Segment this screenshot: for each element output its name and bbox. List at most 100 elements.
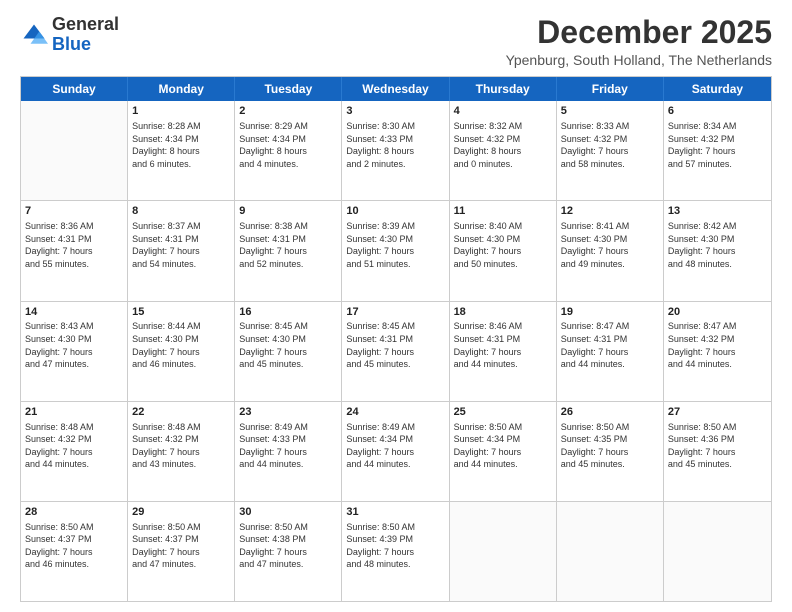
cell-info: Sunrise: 8:34 AM Sunset: 4:32 PM Dayligh… (668, 120, 767, 170)
day-number: 2 (239, 104, 337, 119)
day-number: 19 (561, 305, 659, 320)
cell-info: Sunrise: 8:37 AM Sunset: 4:31 PM Dayligh… (132, 220, 230, 270)
logo-general: General (52, 14, 119, 34)
cell-info: Sunrise: 8:36 AM Sunset: 4:31 PM Dayligh… (25, 220, 123, 270)
header-day-thursday: Thursday (450, 77, 557, 101)
cell-info: Sunrise: 8:43 AM Sunset: 4:30 PM Dayligh… (25, 320, 123, 370)
calendar-cell: 13Sunrise: 8:42 AM Sunset: 4:30 PM Dayli… (664, 201, 771, 300)
day-number: 11 (454, 204, 552, 219)
calendar-cell (557, 502, 664, 601)
calendar-cell: 7Sunrise: 8:36 AM Sunset: 4:31 PM Daylig… (21, 201, 128, 300)
cell-info: Sunrise: 8:47 AM Sunset: 4:31 PM Dayligh… (561, 320, 659, 370)
day-number: 30 (239, 505, 337, 520)
day-number: 22 (132, 405, 230, 420)
calendar-cell: 31Sunrise: 8:50 AM Sunset: 4:39 PM Dayli… (342, 502, 449, 601)
calendar-cell: 10Sunrise: 8:39 AM Sunset: 4:30 PM Dayli… (342, 201, 449, 300)
calendar-cell: 28Sunrise: 8:50 AM Sunset: 4:37 PM Dayli… (21, 502, 128, 601)
calendar-cell: 5Sunrise: 8:33 AM Sunset: 4:32 PM Daylig… (557, 101, 664, 200)
day-number: 9 (239, 204, 337, 219)
cell-info: Sunrise: 8:46 AM Sunset: 4:31 PM Dayligh… (454, 320, 552, 370)
cell-info: Sunrise: 8:38 AM Sunset: 4:31 PM Dayligh… (239, 220, 337, 270)
day-number: 20 (668, 305, 767, 320)
calendar-cell: 26Sunrise: 8:50 AM Sunset: 4:35 PM Dayli… (557, 402, 664, 501)
day-number: 13 (668, 204, 767, 219)
cell-info: Sunrise: 8:50 AM Sunset: 4:35 PM Dayligh… (561, 421, 659, 471)
day-number: 29 (132, 505, 230, 520)
calendar-cell: 15Sunrise: 8:44 AM Sunset: 4:30 PM Dayli… (128, 302, 235, 401)
day-number: 10 (346, 204, 444, 219)
day-number: 12 (561, 204, 659, 219)
calendar-cell: 11Sunrise: 8:40 AM Sunset: 4:30 PM Dayli… (450, 201, 557, 300)
day-number: 24 (346, 405, 444, 420)
calendar-cell: 16Sunrise: 8:45 AM Sunset: 4:30 PM Dayli… (235, 302, 342, 401)
cell-info: Sunrise: 8:42 AM Sunset: 4:30 PM Dayligh… (668, 220, 767, 270)
logo-text: General Blue (52, 15, 119, 55)
day-number: 7 (25, 204, 123, 219)
calendar-row-3: 14Sunrise: 8:43 AM Sunset: 4:30 PM Dayli… (21, 302, 771, 402)
day-number: 26 (561, 405, 659, 420)
calendar-cell: 9Sunrise: 8:38 AM Sunset: 4:31 PM Daylig… (235, 201, 342, 300)
cell-info: Sunrise: 8:50 AM Sunset: 4:37 PM Dayligh… (25, 521, 123, 571)
cell-info: Sunrise: 8:45 AM Sunset: 4:30 PM Dayligh… (239, 320, 337, 370)
calendar-body: 1Sunrise: 8:28 AM Sunset: 4:34 PM Daylig… (21, 101, 771, 601)
header-day-saturday: Saturday (664, 77, 771, 101)
header: General Blue December 2025 Ypenburg, Sou… (20, 15, 772, 68)
cell-info: Sunrise: 8:41 AM Sunset: 4:30 PM Dayligh… (561, 220, 659, 270)
cell-info: Sunrise: 8:50 AM Sunset: 4:39 PM Dayligh… (346, 521, 444, 571)
day-number: 27 (668, 405, 767, 420)
calendar-row-2: 7Sunrise: 8:36 AM Sunset: 4:31 PM Daylig… (21, 201, 771, 301)
cell-info: Sunrise: 8:49 AM Sunset: 4:33 PM Dayligh… (239, 421, 337, 471)
day-number: 28 (25, 505, 123, 520)
day-number: 4 (454, 104, 552, 119)
cell-info: Sunrise: 8:50 AM Sunset: 4:37 PM Dayligh… (132, 521, 230, 571)
calendar-cell: 18Sunrise: 8:46 AM Sunset: 4:31 PM Dayli… (450, 302, 557, 401)
cell-info: Sunrise: 8:32 AM Sunset: 4:32 PM Dayligh… (454, 120, 552, 170)
day-number: 18 (454, 305, 552, 320)
calendar-cell: 2Sunrise: 8:29 AM Sunset: 4:34 PM Daylig… (235, 101, 342, 200)
day-number: 1 (132, 104, 230, 119)
calendar-cell: 30Sunrise: 8:50 AM Sunset: 4:38 PM Dayli… (235, 502, 342, 601)
day-number: 31 (346, 505, 444, 520)
calendar-cell: 20Sunrise: 8:47 AM Sunset: 4:32 PM Dayli… (664, 302, 771, 401)
cell-info: Sunrise: 8:39 AM Sunset: 4:30 PM Dayligh… (346, 220, 444, 270)
header-day-tuesday: Tuesday (235, 77, 342, 101)
day-number: 25 (454, 405, 552, 420)
day-number: 16 (239, 305, 337, 320)
cell-info: Sunrise: 8:33 AM Sunset: 4:32 PM Dayligh… (561, 120, 659, 170)
calendar-cell: 21Sunrise: 8:48 AM Sunset: 4:32 PM Dayli… (21, 402, 128, 501)
calendar-cell: 3Sunrise: 8:30 AM Sunset: 4:33 PM Daylig… (342, 101, 449, 200)
subtitle: Ypenburg, South Holland, The Netherlands (506, 52, 772, 68)
cell-info: Sunrise: 8:45 AM Sunset: 4:31 PM Dayligh… (346, 320, 444, 370)
header-day-friday: Friday (557, 77, 664, 101)
calendar-header-row: SundayMondayTuesdayWednesdayThursdayFrid… (21, 77, 771, 101)
calendar-cell: 24Sunrise: 8:49 AM Sunset: 4:34 PM Dayli… (342, 402, 449, 501)
logo-icon (20, 21, 48, 49)
cell-info: Sunrise: 8:40 AM Sunset: 4:30 PM Dayligh… (454, 220, 552, 270)
calendar-cell: 8Sunrise: 8:37 AM Sunset: 4:31 PM Daylig… (128, 201, 235, 300)
logo-blue: Blue (52, 34, 91, 54)
calendar-cell: 17Sunrise: 8:45 AM Sunset: 4:31 PM Dayli… (342, 302, 449, 401)
day-number: 8 (132, 204, 230, 219)
calendar-cell: 25Sunrise: 8:50 AM Sunset: 4:34 PM Dayli… (450, 402, 557, 501)
cell-info: Sunrise: 8:48 AM Sunset: 4:32 PM Dayligh… (25, 421, 123, 471)
calendar: SundayMondayTuesdayWednesdayThursdayFrid… (20, 76, 772, 602)
calendar-cell: 22Sunrise: 8:48 AM Sunset: 4:32 PM Dayli… (128, 402, 235, 501)
cell-info: Sunrise: 8:44 AM Sunset: 4:30 PM Dayligh… (132, 320, 230, 370)
calendar-cell: 14Sunrise: 8:43 AM Sunset: 4:30 PM Dayli… (21, 302, 128, 401)
calendar-cell: 6Sunrise: 8:34 AM Sunset: 4:32 PM Daylig… (664, 101, 771, 200)
calendar-cell: 19Sunrise: 8:47 AM Sunset: 4:31 PM Dayli… (557, 302, 664, 401)
cell-info: Sunrise: 8:50 AM Sunset: 4:34 PM Dayligh… (454, 421, 552, 471)
calendar-cell (21, 101, 128, 200)
header-day-wednesday: Wednesday (342, 77, 449, 101)
cell-info: Sunrise: 8:50 AM Sunset: 4:38 PM Dayligh… (239, 521, 337, 571)
cell-info: Sunrise: 8:30 AM Sunset: 4:33 PM Dayligh… (346, 120, 444, 170)
cell-info: Sunrise: 8:28 AM Sunset: 4:34 PM Dayligh… (132, 120, 230, 170)
header-day-sunday: Sunday (21, 77, 128, 101)
day-number: 14 (25, 305, 123, 320)
day-number: 17 (346, 305, 444, 320)
day-number: 3 (346, 104, 444, 119)
cell-info: Sunrise: 8:49 AM Sunset: 4:34 PM Dayligh… (346, 421, 444, 471)
calendar-cell (450, 502, 557, 601)
calendar-row-5: 28Sunrise: 8:50 AM Sunset: 4:37 PM Dayli… (21, 502, 771, 601)
calendar-cell: 29Sunrise: 8:50 AM Sunset: 4:37 PM Dayli… (128, 502, 235, 601)
